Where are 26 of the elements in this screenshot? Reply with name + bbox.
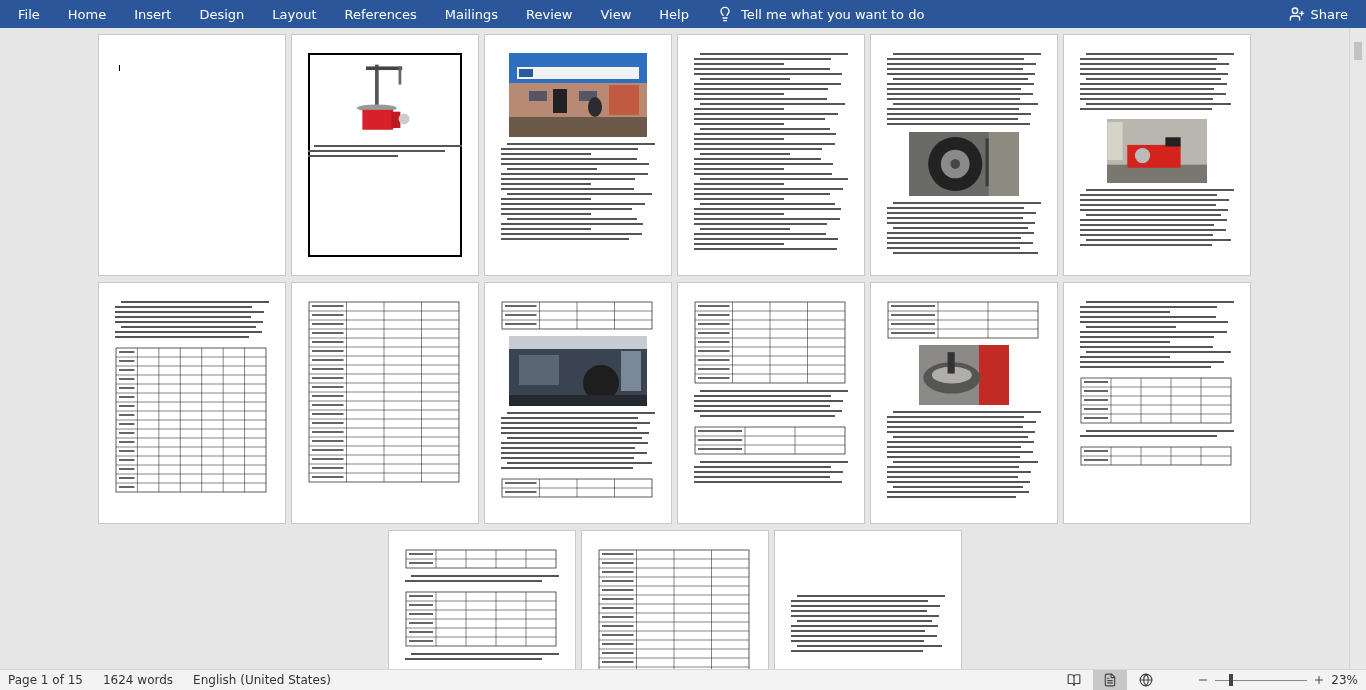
person-icon [1289, 6, 1306, 22]
menu-tab[interactable]: Insert [124, 2, 182, 26]
menu-tab[interactable]: File [8, 2, 50, 26]
zoom-in-button[interactable] [1313, 674, 1326, 686]
menu-tab[interactable]: Help [649, 2, 699, 26]
page-count[interactable]: Page 1 of 15 [8, 673, 83, 687]
word-count[interactable]: 1624 words [102, 673, 174, 687]
text-cursor [119, 65, 120, 71]
zoom-slider-thumb[interactable] [1228, 674, 1233, 686]
menu-tab[interactable]: References [334, 2, 427, 26]
menu-tab[interactable]: View [590, 2, 642, 26]
search-field[interactable]: Tell me what you want to do [741, 6, 925, 22]
print-layout-icon [1103, 673, 1118, 687]
share-button[interactable]: Share [1283, 4, 1354, 24]
read-mode-icon [1067, 673, 1082, 687]
plus-icon [1313, 674, 1326, 686]
menu-tab[interactable]: Home [57, 2, 117, 26]
language[interactable]: English (United States) [193, 673, 331, 687]
menu-tab[interactable]: Design [189, 2, 255, 26]
lightbulb-icon[interactable] [717, 6, 733, 22]
menu-tab[interactable]: Layout [262, 2, 327, 26]
menu-tab[interactable]: Review [516, 2, 583, 26]
menu-tab[interactable]: Mailings [434, 2, 509, 26]
web-layout-icon [1139, 673, 1154, 687]
zoom-level[interactable]: 23% [1331, 673, 1358, 687]
view-button[interactable] [1093, 670, 1128, 690]
